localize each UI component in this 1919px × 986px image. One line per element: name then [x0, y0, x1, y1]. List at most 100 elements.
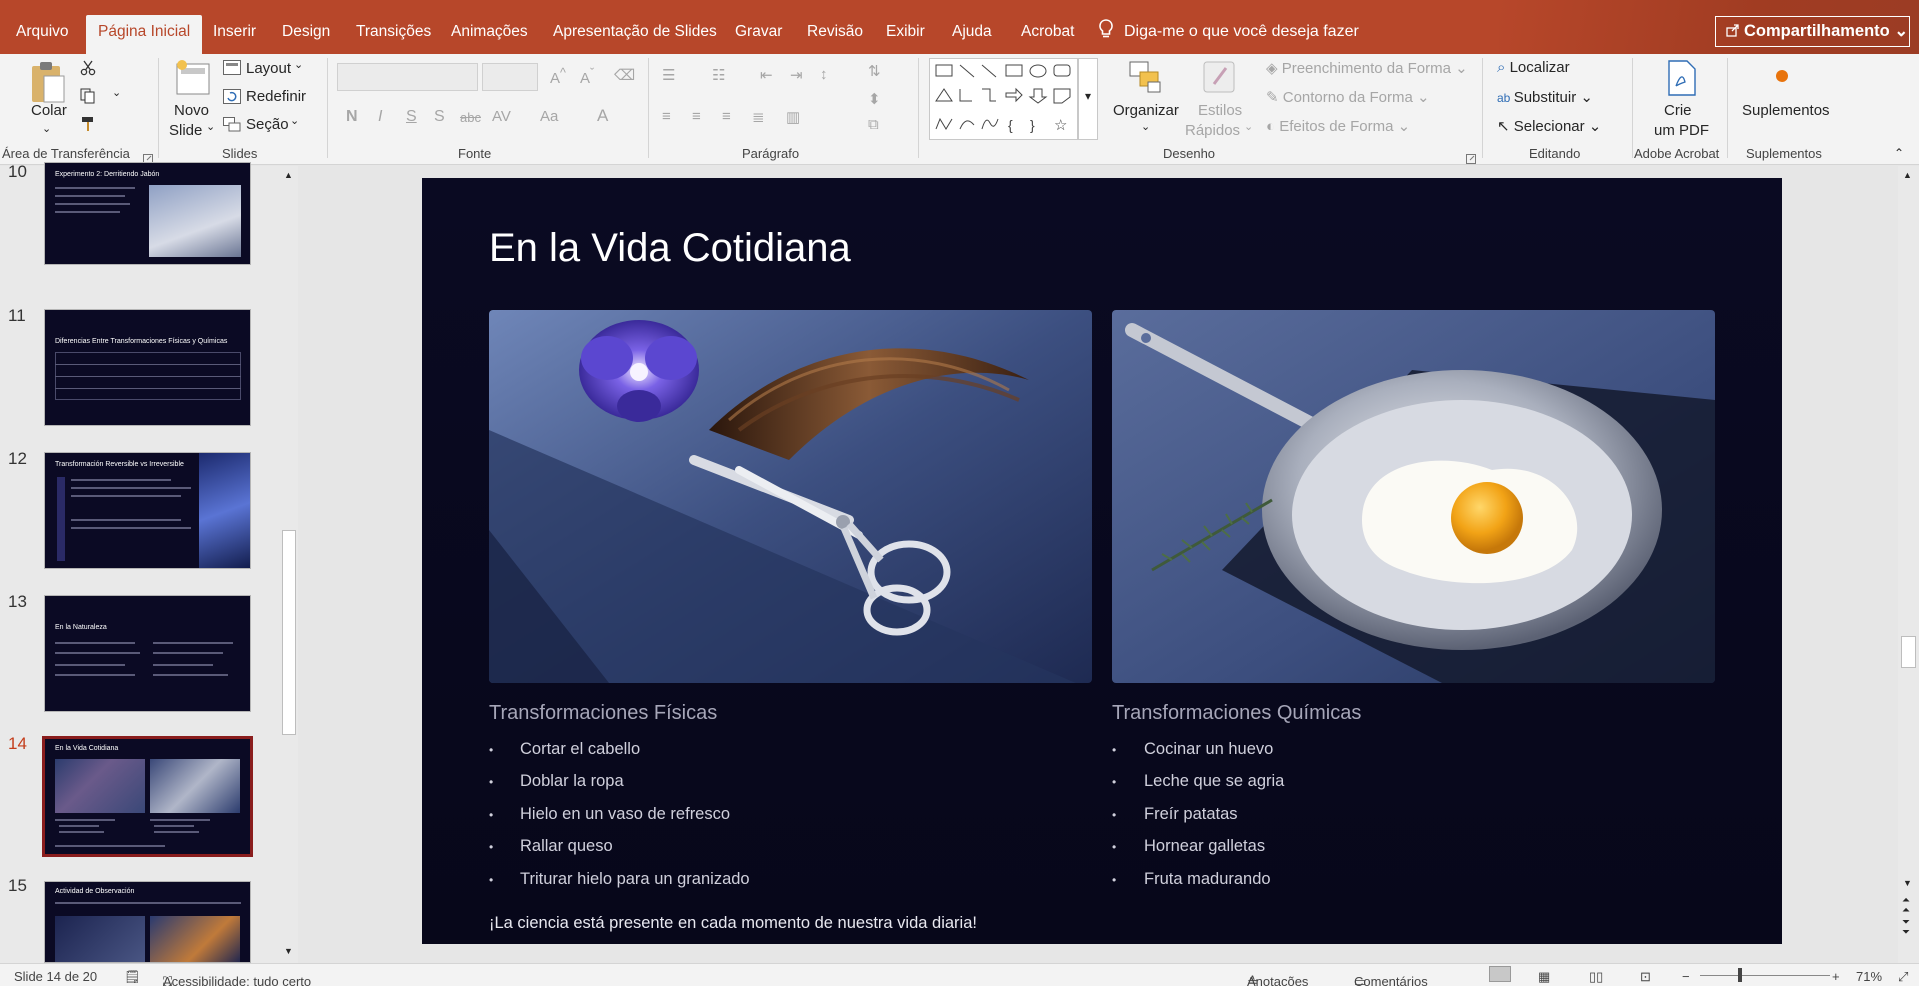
tab-inserir[interactable]: Inserir — [209, 18, 260, 54]
slideshow-icon[interactable]: ⊡ — [1640, 969, 1651, 985]
tab-apresentacao[interactable]: Apresentação de Slides — [549, 18, 721, 54]
tab-pagina-inicial[interactable]: Página Inicial — [86, 15, 203, 54]
change-case-icon[interactable]: Aa — [540, 108, 558, 125]
zoom-out-icon[interactable]: − — [1682, 969, 1690, 984]
font-name-box[interactable] — [337, 63, 478, 91]
underline-icon[interactable]: S — [406, 108, 417, 126]
increase-indent-icon[interactable]: ⇥ — [790, 66, 803, 84]
section-button[interactable]: Seção — [246, 116, 289, 133]
tab-arquivo[interactable]: Arquivo — [12, 18, 73, 54]
slide-thumbnail-12[interactable]: Transformación Reversible vs Irreversibl… — [44, 452, 251, 569]
notes-page-icon[interactable]: 🗒 — [124, 969, 141, 985]
numbering-icon[interactable]: ☷ — [712, 66, 725, 84]
smartart-icon[interactable]: ⧉ — [868, 116, 879, 133]
pdf-icon[interactable] — [1666, 60, 1698, 99]
scroll-up-icon[interactable]: ▲ — [1903, 170, 1912, 180]
slide-thumbnail-10[interactable]: Experimento 2: Derritiendo Jabón — [44, 162, 251, 265]
slide-title[interactable]: En la Vida Cotidiana — [489, 226, 851, 271]
chevron-down-icon[interactable]: ⌄ — [294, 58, 303, 71]
format-painter-icon[interactable] — [80, 116, 96, 135]
create-pdf-label-1[interactable]: Crie — [1664, 102, 1692, 119]
strikethrough-icon[interactable]: abc — [460, 110, 481, 125]
clear-format-icon[interactable]: ⌫ — [614, 66, 635, 84]
columns-icon[interactable]: ▥ — [786, 108, 800, 126]
new-slide-label-1[interactable]: Novo — [174, 102, 209, 119]
shadow-icon[interactable]: S — [434, 108, 445, 126]
italic-icon[interactable]: I — [378, 108, 382, 126]
chemical-item[interactable]: Freír patatas — [1144, 805, 1238, 824]
tab-revisao[interactable]: Revisão — [803, 18, 867, 54]
align-right-icon[interactable]: ≡ — [722, 108, 731, 125]
tab-design[interactable]: Design — [278, 18, 334, 54]
slide-thumbnail-13[interactable]: En la Naturaleza — [44, 595, 251, 712]
shapes-gallery[interactable]: {} ☆ — [929, 58, 1078, 140]
reset-icon[interactable] — [223, 89, 241, 107]
shape-outline-button[interactable]: ✎ Contorno da Forma ⌄ — [1266, 88, 1430, 106]
slide-footer-text[interactable]: ¡La ciencia está presente en cada moment… — [489, 914, 977, 933]
shrink-font-icon[interactable]: Aˇ — [580, 66, 594, 87]
slide-sorter-icon[interactable]: ▦ — [1538, 969, 1550, 985]
physical-item[interactable]: Triturar hielo para un granizado — [520, 870, 750, 889]
photo-scissors-hair[interactable] — [489, 310, 1092, 683]
tab-acrobat[interactable]: Acrobat — [1017, 18, 1078, 54]
select-button[interactable]: ↖ Selecionar ⌄ — [1497, 117, 1601, 135]
align-left-icon[interactable]: ≡ — [662, 108, 671, 125]
paste-icon[interactable] — [30, 60, 66, 104]
quick-styles-icon[interactable] — [1202, 60, 1238, 99]
slide-canvas[interactable]: En la Vida Cotidiana Transformaciones Fí… — [422, 178, 1782, 944]
layout-button[interactable]: Layout — [246, 60, 291, 77]
replace-button[interactable]: ab Substituir ⌄ — [1497, 88, 1593, 106]
physical-heading[interactable]: Transformaciones Físicas — [489, 702, 717, 725]
scroll-up-icon[interactable]: ▲ — [284, 170, 293, 180]
addins-button[interactable]: Suplementos — [1742, 102, 1830, 119]
chemical-heading[interactable]: Transformaciones Químicas — [1112, 702, 1361, 725]
collapse-ribbon-icon[interactable]: ⌃ — [1894, 146, 1904, 160]
zoom-slider-thumb[interactable] — [1738, 968, 1742, 982]
justify-icon[interactable]: ≣ — [752, 108, 765, 126]
slide-thumbnail-14[interactable]: En la Vida Cotidiana — [40, 734, 255, 859]
photo-egg-pan[interactable] — [1112, 310, 1715, 683]
chevron-down-icon[interactable]: ⌄ — [206, 120, 215, 133]
scrollbar-thumb[interactable] — [282, 530, 296, 735]
canvas-scrollbar[interactable]: ▲ ▼ ⏶ ⏶ ⏷ ⏷ — [1898, 166, 1919, 963]
physical-item[interactable]: Doblar la ropa — [520, 772, 624, 791]
decrease-indent-icon[interactable]: ⇤ — [760, 66, 773, 84]
quick-styles-label-2[interactable]: Rápidos — [1185, 122, 1240, 139]
font-color-icon[interactable]: A — [597, 106, 608, 126]
layout-icon[interactable] — [223, 60, 241, 78]
tab-ajuda[interactable]: Ajuda — [948, 18, 996, 54]
tell-me-search[interactable]: Diga-me o que você deseja fazer — [1098, 18, 1359, 46]
quick-styles-label-1[interactable]: Estilos — [1198, 102, 1242, 119]
share-button[interactable]: Compartilhamento ⌄ — [1715, 16, 1910, 47]
new-slide-label-2[interactable]: Slide — [169, 122, 202, 139]
find-button[interactable]: ⌕ Localizar — [1497, 59, 1570, 76]
addins-icon[interactable] — [1776, 70, 1788, 82]
gallery-more-icon[interactable]: ▾ — [1078, 58, 1098, 140]
slide-thumbnail-15[interactable]: Actividad de Observación — [44, 881, 251, 963]
reading-view-icon[interactable]: ▯▯ — [1589, 969, 1603, 985]
zoom-level[interactable]: 71% — [1856, 969, 1882, 984]
previous-slide-icon[interactable]: ⏶ ⏶ — [1902, 896, 1910, 916]
chemical-item[interactable]: Leche que se agria — [1144, 772, 1284, 791]
chevron-down-icon[interactable]: ⌄ — [112, 86, 121, 99]
fit-to-window-icon[interactable]: ⤢ — [1898, 969, 1908, 985]
chevron-down-icon[interactable]: ⌄ — [290, 114, 299, 127]
paste-button[interactable]: Colar — [31, 102, 67, 119]
normal-view-icon[interactable] — [1489, 966, 1511, 982]
physical-item[interactable]: Hielo en un vaso de refresco — [520, 805, 730, 824]
text-direction-icon[interactable]: ⇅ — [868, 62, 881, 80]
zoom-slider[interactable] — [1700, 975, 1830, 976]
align-text-icon[interactable]: ⬍ — [868, 90, 881, 108]
scrollbar-thumb[interactable] — [1901, 636, 1916, 668]
slide-thumbnail-11[interactable]: Diferencias Entre Transformaciones Físic… — [44, 309, 251, 426]
font-size-box[interactable] — [482, 63, 538, 91]
chemical-item[interactable]: Hornear galletas — [1144, 837, 1265, 856]
new-slide-icon[interactable] — [173, 58, 211, 101]
create-pdf-label-2[interactable]: um PDF — [1654, 122, 1709, 139]
grow-font-icon[interactable]: A^ — [550, 66, 566, 87]
tab-exibir[interactable]: Exibir — [882, 18, 929, 54]
chevron-down-icon[interactable]: ⌄ — [1244, 120, 1253, 133]
section-icon[interactable] — [223, 117, 241, 135]
shape-effects-button[interactable]: ◐ Efeitos de Forma ⌄ — [1266, 117, 1410, 135]
dialog-launcher-icon[interactable] — [1466, 151, 1476, 167]
